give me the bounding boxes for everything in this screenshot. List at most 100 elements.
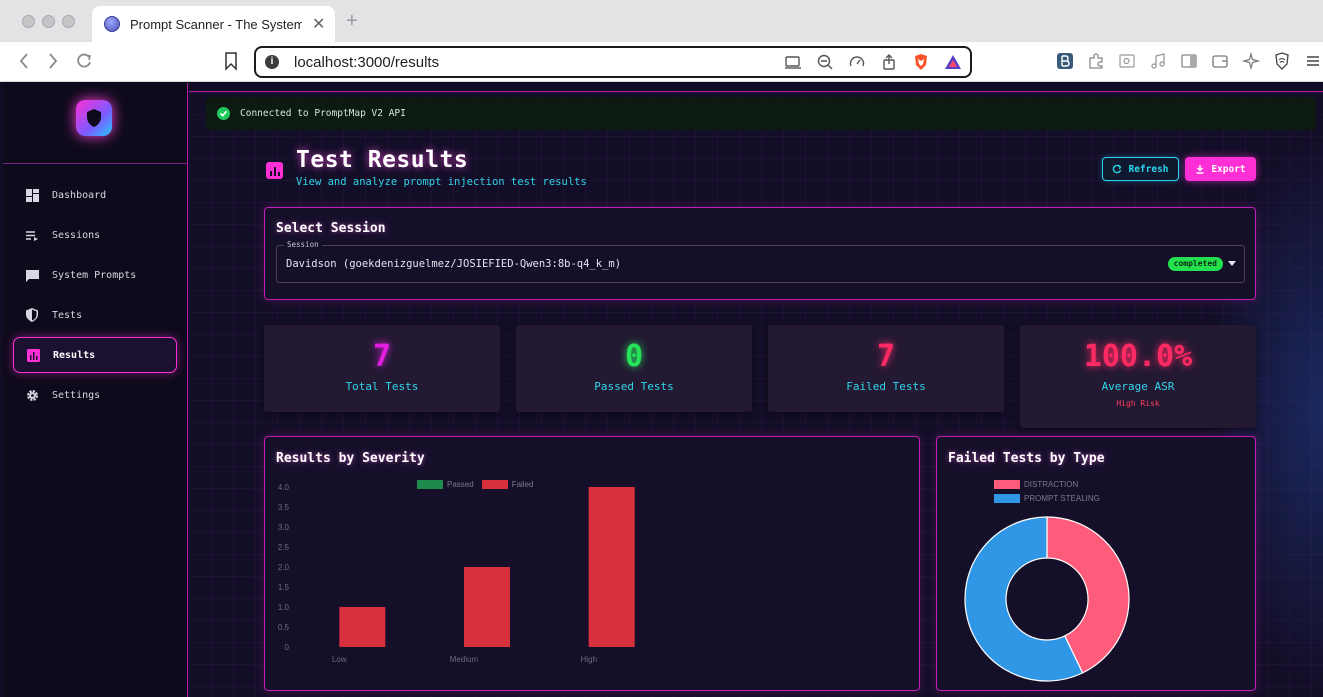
refresh-icon	[1113, 164, 1122, 174]
sidebar-item-label: Sessions	[52, 229, 101, 241]
sidebar-item-label: Results	[53, 349, 96, 361]
menu-icon[interactable]	[1304, 52, 1322, 70]
site-info-icon[interactable]: i	[265, 55, 279, 69]
y-tick-label: 2.5	[278, 543, 290, 552]
sidebar-item-system-prompts[interactable]: System Prompts	[13, 257, 177, 293]
x-tick-label: Medium	[450, 655, 479, 664]
refresh-label: Refresh	[1128, 163, 1169, 175]
sidebar-item-label: System Prompts	[52, 269, 137, 281]
sidebar-item-tests[interactable]: Tests	[13, 297, 177, 333]
main-content: Connected to PromptMap V2 API Test Resul…	[189, 91, 1323, 697]
zoom-out-icon[interactable]	[816, 53, 834, 71]
stat-value: 7	[372, 339, 392, 374]
y-tick-label: 0	[285, 643, 290, 652]
session-select-card: Select Session Session Davidson (goekden…	[264, 207, 1256, 300]
connection-text: Connected to PromptMap V2 API	[240, 108, 406, 119]
sessions-icon	[25, 228, 39, 242]
address-bar[interactable]: i localhost:3000/results	[254, 46, 972, 78]
new-tab-button[interactable]: +	[346, 10, 358, 33]
severity-bar-chart: 0 0.5 1.0 1.5 2.0 2.5 3.0 3.5 4.0 Low Medium High	[278, 483, 635, 664]
stat-value: 0	[624, 339, 644, 374]
export-button[interactable]: Export	[1185, 157, 1256, 181]
sidebar-item-sessions[interactable]: Sessions	[13, 217, 177, 253]
session-field-label: Session	[284, 240, 322, 249]
y-tick-label: 0.5	[278, 623, 290, 632]
download-icon	[1196, 165, 1204, 174]
results-header-icon	[266, 162, 283, 179]
share-icon[interactable]	[880, 53, 898, 71]
leo-ai-icon[interactable]	[1241, 51, 1261, 71]
reload-icon[interactable]	[75, 51, 93, 75]
y-tick-label: 2.0	[278, 563, 290, 572]
extensions-puzzle-icon[interactable]	[1087, 52, 1105, 70]
type-legend-item-1: PROMPT STEALING	[994, 494, 1100, 503]
sidebar-item-results[interactable]: Results	[13, 337, 177, 373]
extension-b-icon[interactable]	[1056, 52, 1074, 70]
sidebar-item-dashboard[interactable]: Dashboard	[13, 177, 177, 213]
sidebar: Dashboard Sessions System Prompts Tests …	[3, 83, 188, 697]
back-icon[interactable]	[18, 51, 30, 75]
brave-rewards-icon[interactable]	[944, 53, 962, 71]
wallet-icon[interactable]	[1211, 52, 1229, 70]
type-legend-item-0: DISTRACTION	[994, 480, 1078, 489]
app-root: Dashboard Sessions System Prompts Tests …	[0, 83, 1323, 697]
y-tick-label: 1.5	[278, 583, 290, 592]
stat-card-total: 7 Total Tests	[264, 325, 500, 412]
sidebar-item-label: Tests	[52, 309, 83, 321]
x-tick-label: Low	[332, 655, 347, 664]
vpn-icon[interactable]	[1273, 52, 1291, 70]
y-tick-label: 4.0	[278, 483, 290, 492]
session-select-title: Select Session	[276, 221, 386, 236]
sidebar-item-settings[interactable]: Settings	[13, 377, 177, 413]
type-doughnut-chart	[964, 516, 1130, 682]
severity-chart-title: Results by Severity	[276, 451, 425, 466]
type-chart-card: Failed Tests by Type DISTRACTION PROMPT …	[936, 436, 1256, 691]
legend-label: PROMPT STEALING	[1024, 494, 1100, 503]
bar-failed-medium[interactable]	[464, 567, 510, 647]
session-select-value: Davidson (goekdenizguelmez/JOSIEFIED-Qwe…	[286, 258, 622, 270]
music-icon[interactable]	[1149, 52, 1167, 70]
search-panel-icon[interactable]	[1118, 52, 1136, 70]
y-tick-label: 1.0	[278, 603, 290, 612]
stat-value: 7	[876, 339, 896, 374]
status-badge: completed	[1167, 257, 1223, 271]
export-label: Export	[1211, 163, 1246, 175]
bar-failed-high[interactable]	[588, 487, 635, 647]
browser-tab[interactable]: Prompt Scanner - The System ✕	[92, 6, 335, 42]
bookmark-icon[interactable]	[224, 51, 238, 75]
page-subtitle: View and analyze prompt injection test r…	[296, 176, 587, 188]
tab-favicon-icon	[104, 16, 120, 32]
window-zoom-button[interactable]	[62, 15, 75, 28]
gear-icon	[25, 388, 39, 402]
severity-chart-card: Results by Severity Passed Failed 0 0.5 1.…	[264, 436, 920, 691]
dashboard-icon	[25, 188, 39, 202]
sidebar-toggle-icon[interactable]	[1180, 52, 1198, 70]
sidebar-item-label: Settings	[52, 389, 101, 401]
window-minimize-button[interactable]	[42, 15, 55, 28]
sidebar-nav: Dashboard Sessions System Prompts Tests …	[3, 177, 187, 413]
browser-tab-bar: Prompt Scanner - The System ✕ +	[0, 0, 1323, 42]
type-chart-title: Failed Tests by Type	[948, 451, 1105, 466]
stat-label: Passed Tests	[594, 380, 674, 393]
risk-label: High Risk	[1116, 399, 1160, 408]
install-app-icon[interactable]	[784, 53, 802, 71]
window-close-button[interactable]	[22, 15, 35, 28]
forward-icon[interactable]	[47, 51, 59, 75]
bar-failed-low[interactable]	[339, 607, 386, 647]
stat-label: Total Tests	[345, 380, 419, 393]
sidebar-item-label: Dashboard	[52, 189, 107, 201]
refresh-button[interactable]: Refresh	[1102, 157, 1179, 181]
chevron-down-icon	[1228, 261, 1236, 266]
logo-area	[3, 83, 187, 164]
stat-card-failed: 7 Failed Tests	[768, 325, 1004, 412]
session-select[interactable]: Session Davidson (goekdenizguelmez/JOSIE…	[276, 240, 1245, 283]
stat-label: Average ASR	[1101, 380, 1175, 393]
speed-icon[interactable]	[848, 53, 866, 71]
y-tick-label: 3.0	[278, 523, 290, 532]
url-text[interactable]: localhost:3000/results	[294, 54, 439, 71]
x-tick-label: High	[580, 655, 596, 664]
tab-close-icon[interactable]: ✕	[312, 14, 325, 34]
brave-shield-icon[interactable]	[912, 53, 930, 71]
app-logo-shield-icon[interactable]	[76, 100, 112, 136]
browser-toolbar: i localhost:3000/results	[0, 42, 1323, 82]
